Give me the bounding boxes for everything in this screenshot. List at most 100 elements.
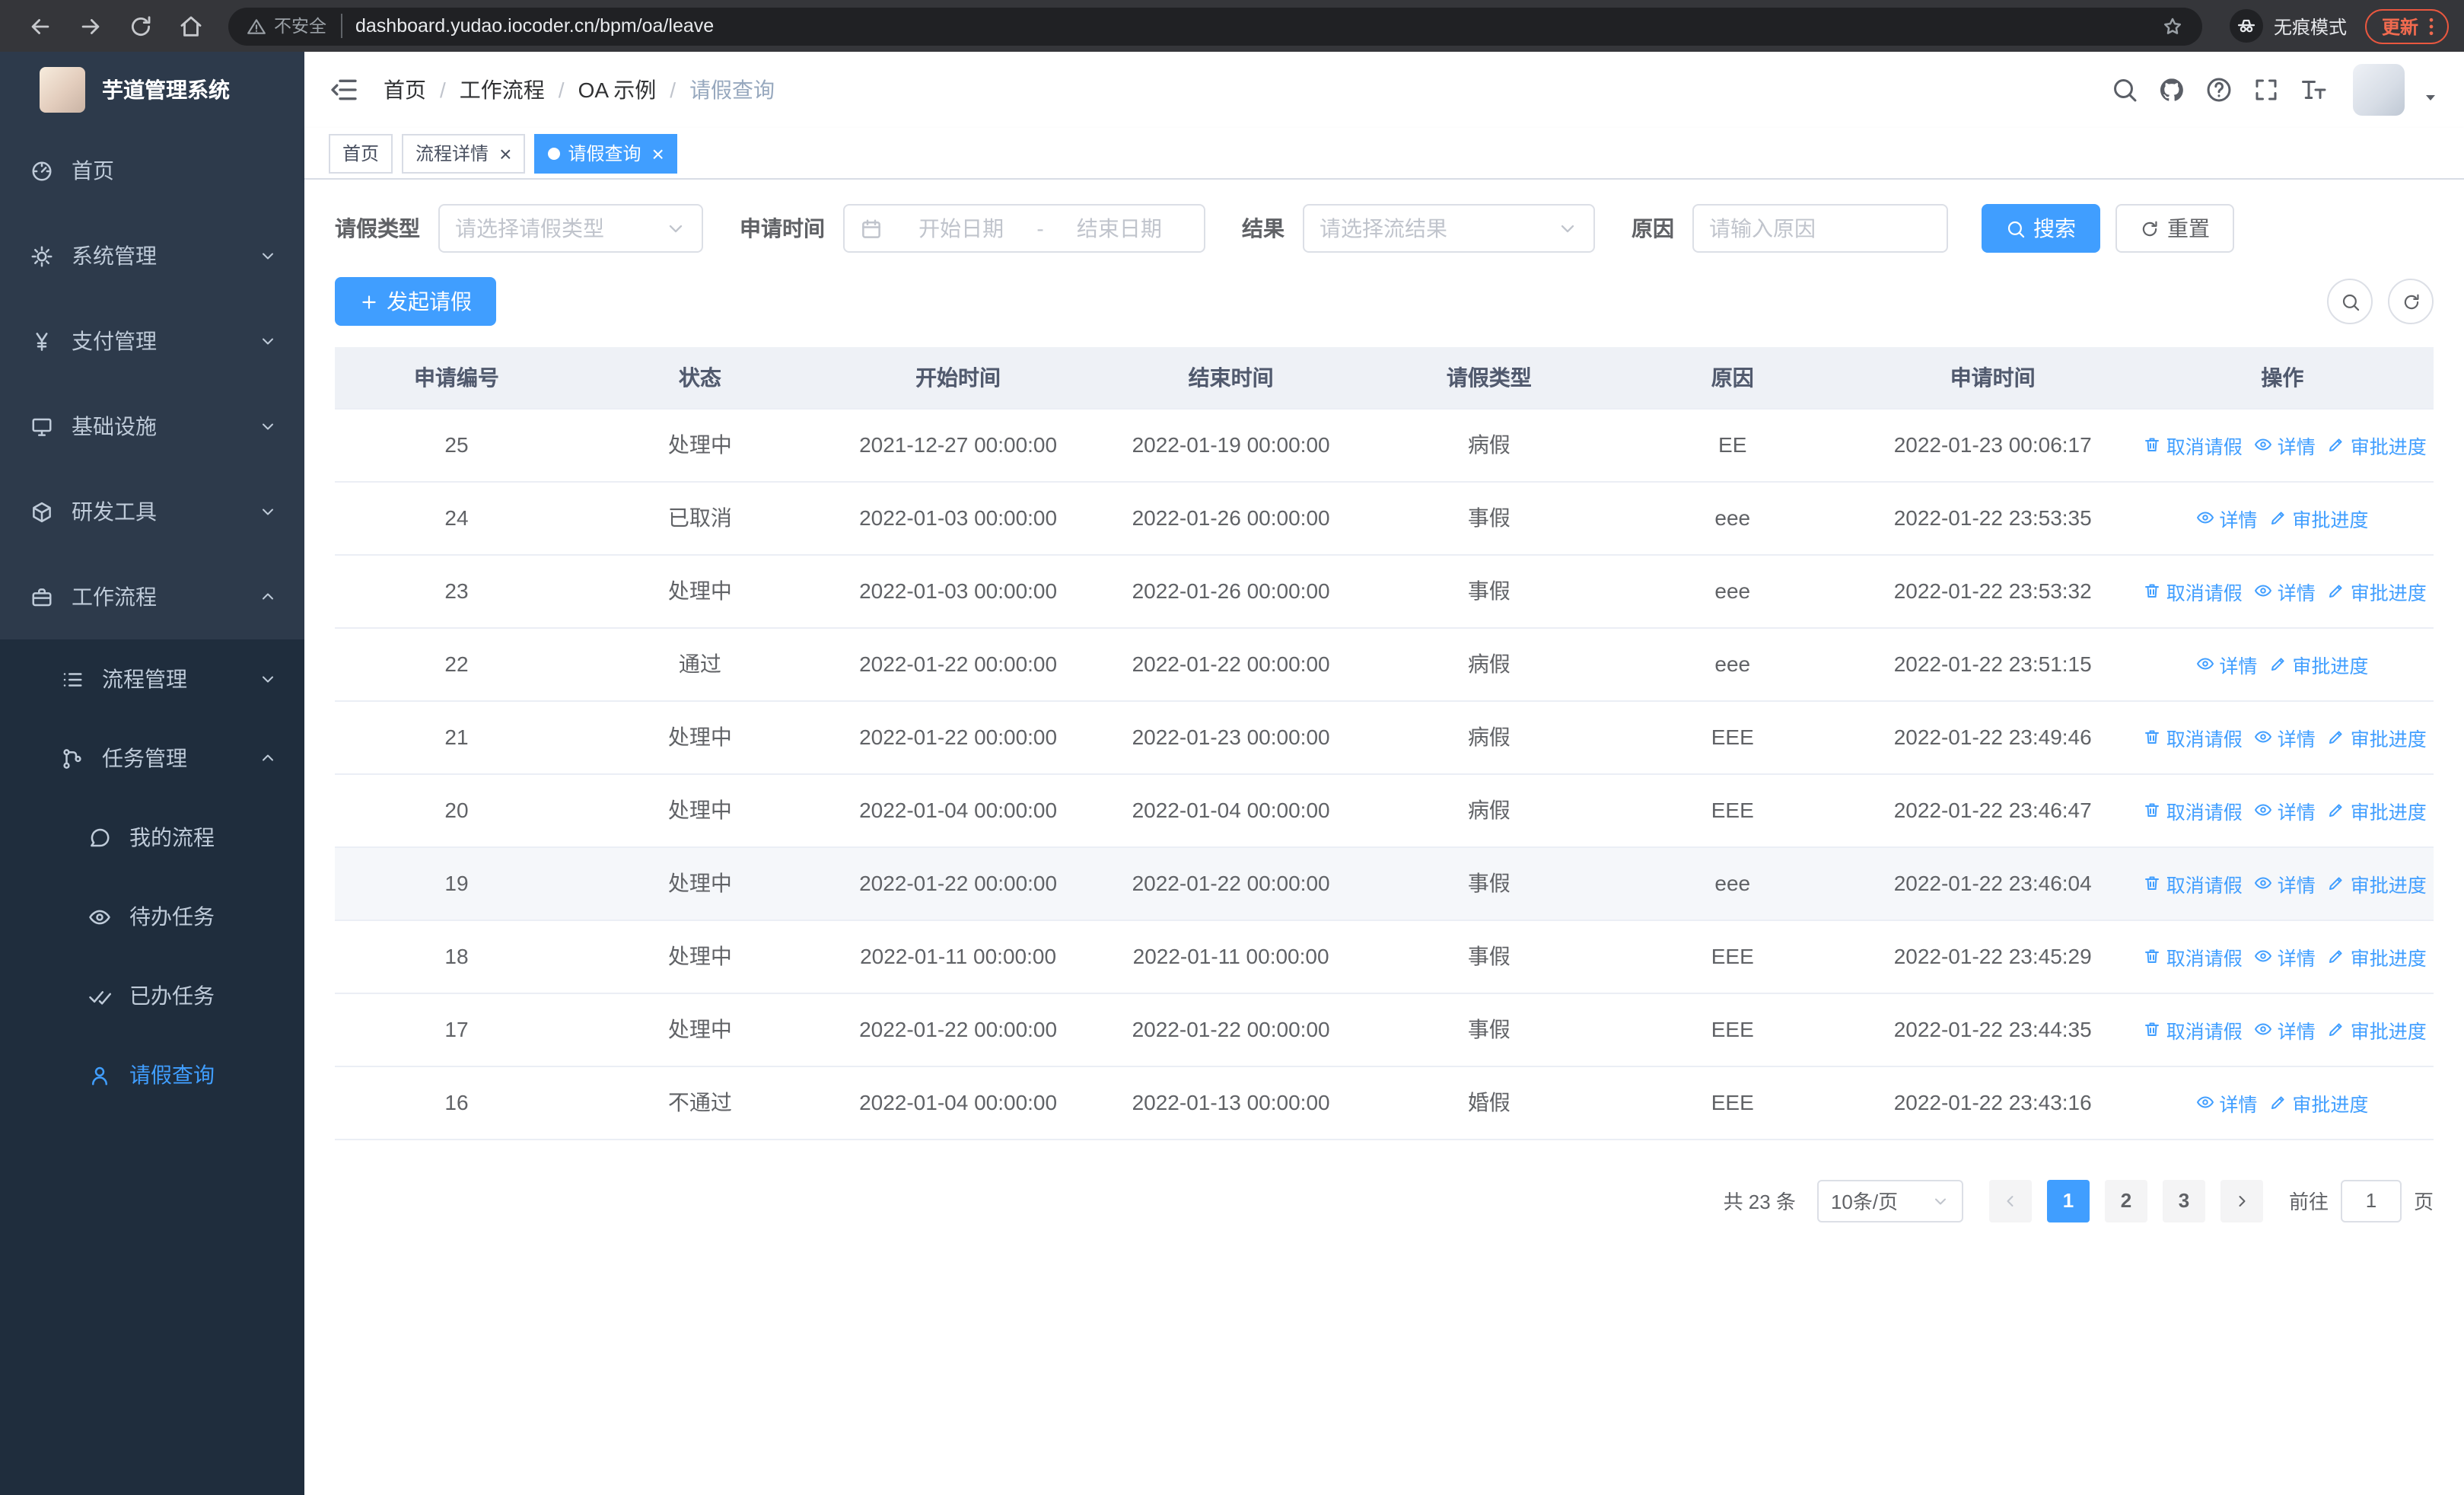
app-logo-row[interactable]: 芋道管理系统: [0, 52, 304, 128]
cell-applied: 2022-01-22 23:43:16: [1854, 1066, 2131, 1140]
sidebar-item-todo-task[interactable]: 待办任务: [0, 877, 304, 956]
security-warning[interactable]: 不安全: [247, 14, 342, 38]
detail-link[interactable]: 详情: [2255, 795, 2316, 824]
approval-progress-link[interactable]: 审批进度: [2328, 1015, 2427, 1044]
reload-icon[interactable]: [128, 13, 154, 39]
cancel-leave-link[interactable]: 取消请假: [2144, 576, 2243, 605]
action-label: 取消请假: [2166, 728, 2243, 750]
detail-link[interactable]: 详情: [2196, 649, 2257, 678]
url-bar[interactable]: 不安全 dashboard.yudao.iocoder.cn/bpm/oa/le…: [228, 7, 2202, 45]
browser-update-button[interactable]: 更新: [2364, 8, 2449, 43]
home-icon[interactable]: [178, 13, 204, 39]
sidebar-item-home[interactable]: 首页: [0, 128, 304, 213]
help-icon[interactable]: [2205, 76, 2233, 104]
reason-input[interactable]: 请输入原因: [1692, 204, 1948, 253]
search-button[interactable]: 搜索: [1982, 204, 2100, 253]
apply-time-range-picker[interactable]: 开始日期 - 结束日期: [843, 204, 1205, 253]
cancel-leave-link[interactable]: 取消请假: [2144, 1015, 2243, 1044]
approval-progress-link[interactable]: 审批进度: [2269, 1088, 2368, 1117]
cancel-leave-link[interactable]: 取消请假: [2144, 942, 2243, 971]
approval-progress-link[interactable]: 审批进度: [2328, 942, 2427, 971]
detail-link[interactable]: 详情: [2255, 942, 2316, 971]
menu-dots-icon[interactable]: [2420, 14, 2443, 37]
sidebar-item-workflow[interactable]: 工作流程: [0, 554, 304, 639]
leave-type-select[interactable]: 请选择请假类型: [438, 204, 703, 253]
detail-link[interactable]: 详情: [2196, 503, 2257, 532]
tab-process-detail[interactable]: 流程详情 ×: [402, 133, 526, 173]
sidebar-item-system[interactable]: 系统管理: [0, 213, 304, 298]
detail-link[interactable]: 详情: [2255, 1015, 2316, 1044]
breadcrumb: 首页 / 工作流程 / OA 示例 / 请假查询: [384, 75, 775, 105]
sidebar-item-payment[interactable]: 支付管理: [0, 298, 304, 384]
cell-id: 16: [335, 1066, 578, 1140]
close-icon[interactable]: ×: [499, 142, 511, 164]
page-size-select[interactable]: 10条/页: [1816, 1179, 1963, 1222]
detail-link[interactable]: 详情: [2255, 722, 2316, 751]
approval-progress-link[interactable]: 审批进度: [2328, 576, 2427, 605]
toggle-search-button[interactable]: [2327, 279, 2373, 324]
action-label: 取消请假: [2166, 948, 2243, 969]
breadcrumb-item[interactable]: 首页: [384, 75, 426, 105]
page-button-2[interactable]: 2: [2104, 1179, 2147, 1222]
close-icon[interactable]: ×: [651, 142, 664, 164]
range-separator: -: [1036, 216, 1044, 241]
leave-table: 申请编号 状态 开始时间 结束时间 请假类型 原因 申请时间 操作 25 处理中 2021-12-…: [335, 347, 2434, 1140]
sidebar-item-process-mgmt[interactable]: 流程管理: [0, 639, 304, 719]
start-date-placeholder: 开始日期: [918, 216, 1004, 241]
avatar-caret-icon[interactable]: [2421, 88, 2440, 107]
goto-page-input[interactable]: 1: [2340, 1179, 2402, 1222]
cell-type: 病假: [1367, 773, 1611, 847]
sidebar-collapse-icon[interactable]: [329, 75, 359, 105]
reset-button[interactable]: 重置: [2115, 204, 2234, 253]
back-icon[interactable]: [27, 13, 53, 39]
next-page-button[interactable]: [2220, 1179, 2263, 1222]
cancel-leave-link[interactable]: 取消请假: [2144, 869, 2243, 897]
cell-end: 2022-01-26 00:00:00: [1094, 481, 1367, 555]
page-button-3[interactable]: 3: [2162, 1179, 2205, 1222]
cell-status: 不通过: [578, 1066, 822, 1140]
approval-progress-link[interactable]: 审批进度: [2328, 869, 2427, 897]
approval-progress-link[interactable]: 审批进度: [2328, 722, 2427, 751]
sidebar-item-infrastructure[interactable]: 基础设施: [0, 384, 304, 469]
breadcrumb-item[interactable]: 工作流程: [460, 75, 545, 105]
approval-progress-link[interactable]: 审批进度: [2328, 795, 2427, 824]
table-row: 17 处理中 2022-01-22 00:00:00 2022-01-22 00:00…: [335, 993, 2434, 1066]
font-size-icon[interactable]: [2300, 76, 2327, 104]
tab-home[interactable]: 首页: [329, 133, 393, 173]
incognito-badge: [2229, 9, 2263, 43]
detail-link[interactable]: 详情: [2255, 869, 2316, 897]
page-button-1[interactable]: 1: [2046, 1179, 2090, 1222]
sidebar-item-task-mgmt[interactable]: 任务管理: [0, 719, 304, 798]
detail-link[interactable]: 详情: [2196, 1088, 2257, 1117]
user-avatar[interactable]: [2353, 64, 2405, 116]
search-icon[interactable]: [2111, 76, 2138, 104]
action-label: 取消请假: [2166, 875, 2243, 896]
forward-icon[interactable]: [78, 13, 103, 39]
tab-leave-query[interactable]: 请假查询 ×: [534, 133, 678, 173]
prev-page-button[interactable]: [1988, 1179, 2032, 1222]
refresh-table-button[interactable]: [2388, 279, 2434, 324]
cancel-leave-link[interactable]: 取消请假: [2144, 430, 2243, 459]
approval-progress-link[interactable]: 审批进度: [2269, 503, 2368, 532]
sidebar-item-my-process[interactable]: 我的流程: [0, 798, 304, 877]
app-title: 芋道管理系统: [102, 78, 230, 102]
sidebar-item-done-task[interactable]: 已办任务: [0, 956, 304, 1035]
sidebar-item-leave-query[interactable]: 请假查询: [0, 1035, 304, 1114]
approval-progress-link[interactable]: 审批进度: [2328, 430, 2427, 459]
cell-status: 处理中: [578, 554, 822, 628]
fullscreen-icon[interactable]: [2252, 76, 2280, 104]
create-leave-button[interactable]: 发起请假: [335, 277, 496, 326]
url-text[interactable]: dashboard.yudao.iocoder.cn/bpm/oa/leave: [355, 15, 2161, 37]
detail-link[interactable]: 详情: [2255, 430, 2316, 459]
cancel-leave-link[interactable]: 取消请假: [2144, 795, 2243, 824]
bookmark-star-icon[interactable]: [2161, 14, 2184, 37]
github-icon[interactable]: [2158, 76, 2185, 104]
detail-link[interactable]: 详情: [2255, 576, 2316, 605]
leave-type-label: 请假类型: [335, 216, 420, 241]
result-select[interactable]: 请选择流结果: [1303, 204, 1595, 253]
cell-id: 18: [335, 920, 578, 993]
approval-progress-link[interactable]: 审批进度: [2269, 649, 2368, 678]
cancel-leave-link[interactable]: 取消请假: [2144, 722, 2243, 751]
sidebar-item-dev-tools[interactable]: 研发工具: [0, 469, 304, 554]
breadcrumb-item[interactable]: OA 示例: [578, 75, 657, 105]
